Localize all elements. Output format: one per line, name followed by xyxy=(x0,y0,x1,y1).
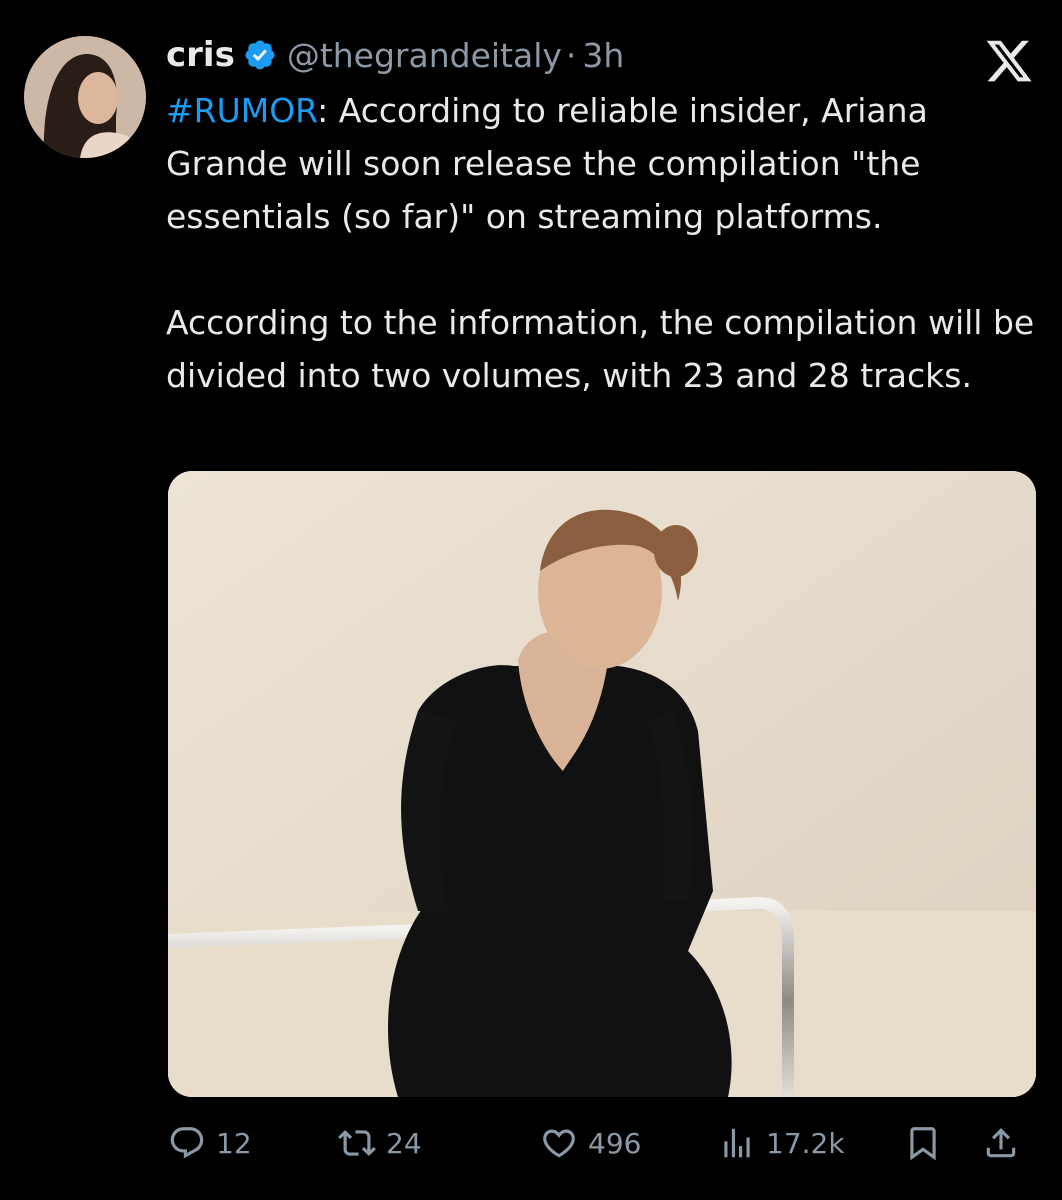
reply-icon xyxy=(170,1127,204,1159)
views-button[interactable]: 17.2k xyxy=(718,1118,845,1168)
hashtag-link[interactable]: #RUMOR xyxy=(166,91,317,130)
views-icon xyxy=(724,1128,750,1158)
avatar[interactable] xyxy=(24,36,146,158)
tweet-photo[interactable] xyxy=(168,471,1036,1097)
action-bar: 12 24 496 17.2k xyxy=(168,1118,1036,1168)
bookmark-icon xyxy=(910,1127,936,1161)
views-count: 17.2k xyxy=(766,1126,845,1160)
share-button[interactable] xyxy=(982,1118,1020,1168)
heart-icon xyxy=(543,1129,575,1158)
verified-badge-icon xyxy=(243,38,277,72)
tweet-text: #RUMOR: According to reliable insider, A… xyxy=(166,84,1046,402)
author-name[interactable]: cris xyxy=(166,35,235,75)
tweet-paragraph-1: #RUMOR: According to reliable insider, A… xyxy=(166,84,1046,243)
reply-button[interactable]: 12 xyxy=(168,1118,252,1168)
reply-count: 12 xyxy=(216,1126,252,1160)
bookmark-button[interactable] xyxy=(904,1118,942,1168)
x-logo-icon xyxy=(984,36,1034,86)
repost-count: 24 xyxy=(386,1126,422,1160)
repost-icon xyxy=(338,1130,376,1156)
author-handle[interactable]: @thegrandeitaly xyxy=(287,36,562,75)
like-button[interactable]: 496 xyxy=(540,1118,641,1168)
tweet-header: cris @thegrandeitaly · 3h xyxy=(166,30,624,80)
avatar-image xyxy=(24,36,146,158)
separator-dot: · xyxy=(565,35,577,75)
photo-image xyxy=(168,471,1036,1097)
tweet-paragraph-2: According to the information, the compil… xyxy=(166,303,1035,395)
repost-button[interactable]: 24 xyxy=(338,1118,422,1168)
like-count: 496 xyxy=(588,1126,642,1160)
tweet-time[interactable]: 3h xyxy=(582,36,624,75)
tweet: cris @thegrandeitaly · 3h #RUMOR: Accord… xyxy=(0,0,1062,1200)
share-icon xyxy=(986,1128,1016,1158)
